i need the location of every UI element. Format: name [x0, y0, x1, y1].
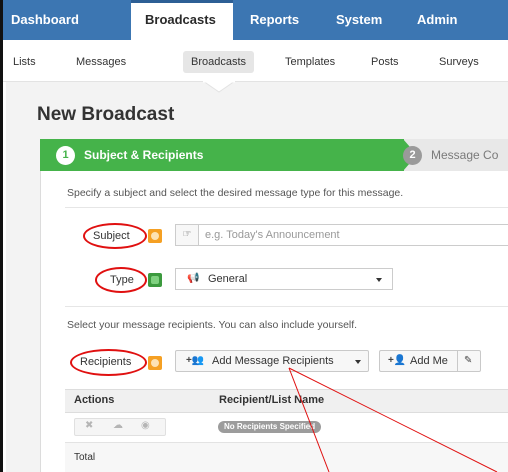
app-window: Dashboard Broadcasts Reports System Admi… [0, 0, 508, 472]
chevron-down-icon [355, 360, 361, 364]
page-title: New Broadcast [37, 104, 175, 125]
type-select[interactable]: 📢 General [175, 268, 393, 290]
top-nav: Dashboard Broadcasts Reports System Admi… [3, 0, 508, 40]
annotation-circle-subject [83, 223, 147, 249]
cloud-icon[interactable]: ☁ [113, 420, 123, 431]
add-me-button[interactable]: +👤 Add Me [379, 350, 457, 372]
sub-nav-lists[interactable]: Lists [13, 51, 36, 73]
wizard-step-1-number: 1 [56, 146, 75, 165]
no-recipients-badge: No Recipients Specified [218, 421, 322, 433]
users-add-icon: +👥 [186, 355, 205, 366]
active-subnav-caret [203, 81, 235, 93]
type-select-value: General [208, 273, 248, 285]
annotation-circle-recipients [70, 349, 147, 376]
top-nav-system[interactable]: System [336, 0, 382, 40]
close-icon[interactable]: ✖ [85, 420, 93, 431]
sub-nav-surveys[interactable]: Surveys [439, 51, 479, 73]
top-nav-admin[interactable]: Admin [417, 0, 457, 40]
required-icon [148, 273, 162, 287]
required-icon [148, 356, 162, 370]
total-label: Total [74, 452, 96, 463]
chevron-down-icon [376, 278, 382, 282]
subject-help-text: Specify a subject and select the desired… [67, 187, 404, 199]
recipients-table-footer [65, 443, 508, 472]
wizard-step-2-label: Message Co [431, 148, 499, 162]
recipients-help-text: Select your message recipients. You can … [67, 319, 358, 331]
sub-nav: Lists Messages Broadcasts Templates Post… [3, 40, 508, 82]
wizard-step-2-number: 2 [403, 146, 422, 165]
top-nav-reports[interactable]: Reports [250, 0, 299, 40]
user-add-icon: +👤 [388, 355, 407, 366]
wizard-step-1-label: Subject & Recipients [84, 148, 204, 162]
add-message-recipients-button[interactable]: +👥 Add Message Recipients [175, 350, 369, 372]
recipient-name-column-header: Recipient/List Name [219, 394, 325, 406]
eye-icon[interactable]: ◉ [141, 420, 150, 431]
sub-nav-broadcasts[interactable]: Broadcasts [183, 51, 255, 73]
top-nav-dashboard[interactable]: Dashboard [11, 0, 79, 40]
edit-button[interactable]: ✎ [457, 350, 481, 372]
divider [65, 306, 508, 307]
pencil-icon: ✎ [464, 355, 473, 366]
megaphone-icon: 📢 [187, 273, 200, 284]
row-actions-group: ✖ ☁ ◉ [74, 418, 166, 436]
add-me-label: Add Me [410, 355, 448, 367]
sub-nav-templates[interactable]: Templates [285, 51, 335, 73]
actions-column-header: Actions [74, 394, 115, 406]
add-message-recipients-label: Add Message Recipients [212, 355, 334, 367]
hand-pointer-icon: ☞ [175, 224, 199, 246]
sub-nav-posts[interactable]: Posts [371, 51, 399, 73]
subject-input[interactable] [198, 224, 508, 246]
divider [65, 207, 508, 208]
required-icon [148, 229, 162, 243]
sub-nav-messages[interactable]: Messages [76, 51, 126, 73]
annotation-circle-type [95, 267, 147, 293]
top-nav-broadcasts[interactable]: Broadcasts [131, 0, 233, 40]
